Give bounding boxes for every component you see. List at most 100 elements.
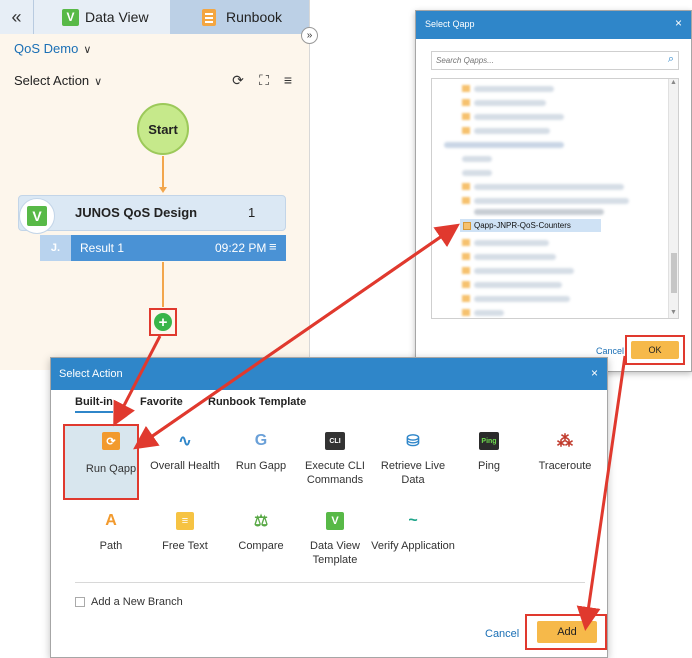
ping-icon: Ping [479,432,499,450]
action-cli[interactable]: CLI Execute CLI Commands [299,432,371,496]
action-live-data[interactable]: ⛁ Retrieve Live Data [377,432,449,496]
add-branch-option[interactable]: Add a New Branch [75,596,183,608]
add-branch-label: Add a New Branch [91,596,183,608]
step-result-row[interactable]: J. Result 1 09:22 PM ≡ [40,235,286,261]
dialog-header: Select Action × [51,358,607,390]
folder-icon [462,295,470,302]
tab-data-view-label: Data View [85,9,149,25]
folder-icon [462,309,470,316]
tab-runbook-template[interactable]: Runbook Template [208,396,306,408]
close-icon[interactable]: × [675,16,682,30]
folder-icon [462,281,470,288]
data-view-node-icon: V [19,198,55,234]
action-label: Run Gapp [235,460,287,472]
blurred-tree-item [474,114,564,120]
cancel-button[interactable]: Cancel [596,346,624,356]
blurred-tree-item [462,170,492,176]
qapp-search-input[interactable] [432,52,652,69]
tree-scrollbar[interactable]: ▲ ▼ [668,79,678,318]
select-qapp-dialog: Select Qapp × ⌕ [415,10,692,372]
v-badge-icon: V [27,206,47,226]
tab-built-in[interactable]: Built-in [75,396,113,413]
action-verify-application[interactable]: ~ Verify Application [371,512,455,576]
verify-application-icon: ~ [408,512,418,529]
step-result-count: 1 [248,205,256,220]
health-pulse-icon: ∿ [178,433,192,450]
scroll-down-icon[interactable]: ▼ [670,309,677,316]
select-action-dialog: Select Action × Built-in Favorite Runboo… [50,357,608,658]
blurred-tree-item [474,254,556,260]
selected-qapp-label: Qapp-JNPR-QoS-Counters [474,221,571,230]
blurred-tree-item [474,100,546,106]
action-traceroute[interactable]: ⁂ Traceroute [529,432,601,496]
add-button[interactable]: Add [537,621,597,643]
action-label: Retrieve Live Data [380,460,446,486]
refresh-icon[interactable]: ⟳ [230,72,246,88]
tab-favorite[interactable]: Favorite [140,396,183,408]
action-label: Run Qapp [85,463,137,475]
action-path[interactable]: A Path [75,512,147,576]
action-compare-scale[interactable]: ⚖ Compare [225,512,297,576]
free-text-icon: ≡ [176,512,194,530]
result-timestamp: 09:22 PM [215,241,267,255]
blurred-tree-item [474,86,554,92]
hamburger-menu-icon[interactable]: ≡ [280,72,296,88]
select-action-label: Select Action [14,73,90,88]
action-run-qapp[interactable]: ⟳ Run Qapp [75,432,147,496]
action-label: Path [99,540,123,552]
scroll-up-icon[interactable]: ▲ [670,79,677,86]
folder-icon [462,113,470,120]
add-step-button[interactable]: + [149,308,177,336]
tab-runbook-label: Runbook [226,9,283,25]
highlight-frame: OK [625,335,685,365]
folder-icon [462,239,470,246]
qapp-file-icon [463,222,471,230]
runbook-step-card[interactable]: V JUNOS QoS Design 1 [18,195,286,234]
expand-panel-button[interactable]: » [301,27,318,44]
blurred-tree-item [462,156,492,162]
result-menu-icon[interactable]: ≡ [269,239,277,254]
step-title: JUNOS QoS Design [75,205,198,220]
dialog-header: Select Qapp × [416,11,691,39]
highlight-frame: Add [525,614,607,650]
dialog-title: Select Qapp [425,19,475,29]
blurred-tree-item [474,268,574,274]
close-icon[interactable]: × [591,366,598,380]
runbook-selector[interactable]: QoS Demo ∨ [14,41,91,56]
data-view-icon: V [62,8,79,26]
cli-icon: CLI [325,432,345,450]
action-free-text[interactable]: ≡ Free Text [149,512,221,576]
blurred-tree-item [474,310,504,316]
action-health-pulse[interactable]: ∿ Overall Health [149,432,221,496]
path-icon: A [105,512,117,529]
tab-runbook[interactable]: Runbook [170,0,309,34]
search-icon[interactable]: ⌕ [668,53,674,66]
runbook-name: QoS Demo [14,41,79,56]
action-gapp[interactable]: G Run Gapp [225,432,297,496]
tab-data-view[interactable]: V Data View [34,0,170,34]
qapp-tree[interactable]: Qapp-JNPR-QoS-Counters ▲ ▼ [431,78,679,319]
add-branch-checkbox[interactable] [75,597,85,607]
blurred-tree-item [474,282,562,288]
search-box: ⌕ [431,51,679,70]
flow-connector [162,156,164,189]
action-label: Ping [477,460,501,472]
folder-icon [462,127,470,134]
ok-button[interactable]: OK [631,341,679,359]
folder-icon [462,267,470,274]
chevron-down-icon: ∨ [94,76,103,88]
result-badge: J. [40,235,71,261]
action-ping[interactable]: Ping Ping [453,432,525,496]
cancel-button[interactable]: Cancel [485,628,519,640]
folder-icon [462,197,470,204]
select-action-dropdown[interactable]: Select Action ∨ [14,73,102,88]
compare-scale-icon: ⚖ [253,513,269,530]
start-node[interactable]: Start [137,103,189,155]
scroll-thumb[interactable] [671,253,677,293]
blurred-tree-item [444,142,564,148]
blurred-tree-item [474,209,604,215]
fit-to-screen-icon[interactable]: ⛶ [256,72,272,88]
collapse-panel-button[interactable]: « [0,0,34,34]
action-data-view-template[interactable]: V Data View Template [299,512,371,576]
result-label: Result 1 [80,241,125,255]
